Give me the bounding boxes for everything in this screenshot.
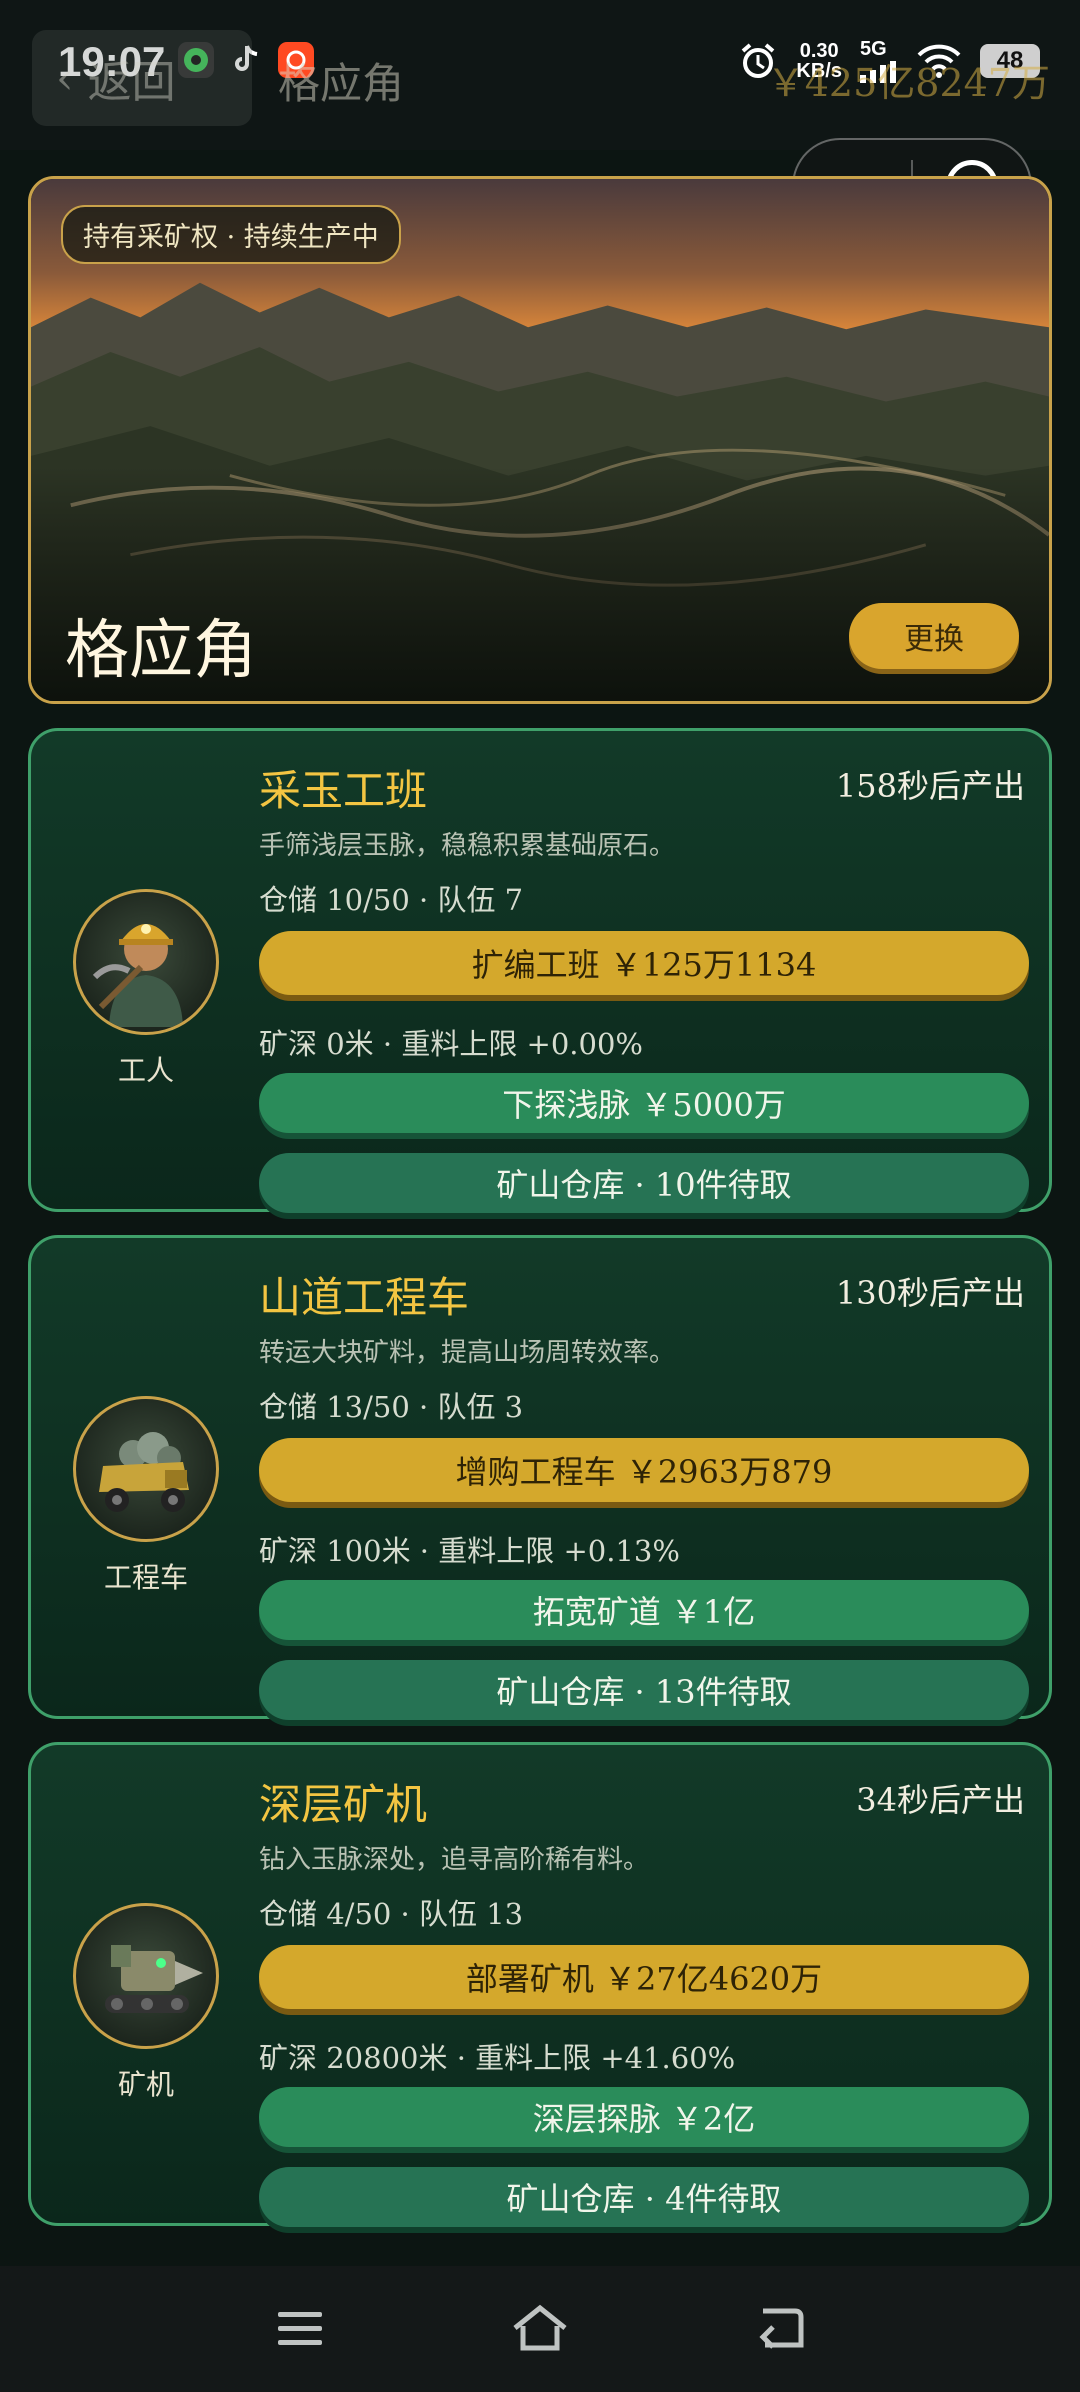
- expand-crew-button[interactable]: 扩编工班 ￥125万1134: [259, 931, 1029, 995]
- production-timer: 130秒后产出: [835, 1274, 1025, 1312]
- mine-depth-stats: 矿深 100米 · 重料上限 +0.13%: [259, 1534, 680, 1568]
- explore-vein-button[interactable]: 下探浅脉 ￥5000万: [259, 1073, 1029, 1133]
- chevron-left-icon: ‹: [56, 52, 74, 104]
- mine-warehouse-button[interactable]: 矿山仓库 · 10件待取: [259, 1153, 1029, 1213]
- portrait-label: 矿机: [117, 2068, 174, 2101]
- back-label: 返回: [87, 57, 176, 108]
- buy-truck-button[interactable]: 增购工程车 ￥2963万879: [259, 1438, 1029, 1502]
- mine-depth-stats: 矿深 0米 · 重料上限 +0.00%: [259, 1027, 643, 1061]
- deep-explore-button[interactable]: 深层探脉 ￥2亿: [259, 2087, 1029, 2147]
- unit-title: 采玉工班: [259, 766, 428, 815]
- drill-machine-icon: [73, 1903, 219, 2049]
- mine-warehouse-button[interactable]: 矿山仓库 · 4件待取: [259, 2167, 1029, 2227]
- money-balance: ￥425亿8247万: [766, 61, 1050, 105]
- menu-icon[interactable]: [268, 2296, 332, 2360]
- portrait-label: 工程车: [103, 1561, 188, 1594]
- unit-card-truck: 工程车 山道工程车 130秒后产出 转运大块矿料，提高山场周转效率。 仓储 13…: [28, 1235, 1052, 1720]
- mine-depth-stats: 矿深 20800米 · 重料上限 +41.60%: [259, 2041, 736, 2075]
- unit-description: 转运大块矿料，提高山场周转效率。: [259, 1338, 676, 1368]
- storage-team-stats: 仓储 4/50 · 队伍 13: [259, 1897, 524, 1931]
- back-nav-icon[interactable]: [748, 2296, 812, 2360]
- storage-team-stats: 仓储 13/50 · 队伍 3: [259, 1390, 524, 1424]
- production-timer: 34秒后产出: [856, 1781, 1025, 1819]
- truck-icon: [73, 1396, 219, 1542]
- page-title: 格应角: [278, 59, 405, 108]
- mine-warehouse-button[interactable]: 矿山仓库 · 13件待取: [259, 1660, 1029, 1720]
- worker-icon: [73, 889, 219, 1035]
- unit-title: 深层矿机: [259, 1780, 428, 1829]
- back-button[interactable]: ‹ 返回: [32, 30, 252, 126]
- storage-team-stats: 仓储 10/50 · 队伍 7: [259, 883, 524, 917]
- unit-card-worker: 工人 采玉工班 158秒后产出 手筛浅层玉脉，稳稳积累基础原石。 仓储 10/5…: [28, 728, 1052, 1213]
- production-timer: 158秒后产出: [835, 767, 1025, 805]
- unit-description: 手筛浅层玉脉，稳稳积累基础原石。: [259, 831, 676, 861]
- unit-description: 钻入玉脉深处，追寻高阶稀有料。: [259, 1845, 650, 1875]
- change-mine-button[interactable]: 更换: [849, 603, 1019, 669]
- unit-title: 山道工程车: [259, 1273, 470, 1322]
- portrait-label: 工人: [117, 1054, 174, 1087]
- mine-name: 格应角: [65, 614, 257, 688]
- home-icon[interactable]: [508, 2296, 572, 2360]
- unit-card-drill-machine: 矿机 深层矿机 34秒后产出 钻入玉脉深处，追寻高阶稀有料。 仓储 4/50 ·…: [28, 1742, 1052, 2227]
- deploy-drill-button[interactable]: 部署矿机 ￥27亿4620万: [259, 1945, 1029, 2009]
- page-header: ‹ 返回 格应角 ￥425亿8247万: [0, 0, 1080, 150]
- mine-hero-card: 持有采矿权 · 持续生产中 格应角 更换: [28, 176, 1052, 704]
- widen-tunnel-button[interactable]: 拓宽矿道 ￥1亿: [259, 1580, 1029, 1640]
- system-nav-bar: [0, 2266, 1080, 2392]
- mining-status-badge: 持有采矿权 · 持续生产中: [61, 205, 401, 264]
